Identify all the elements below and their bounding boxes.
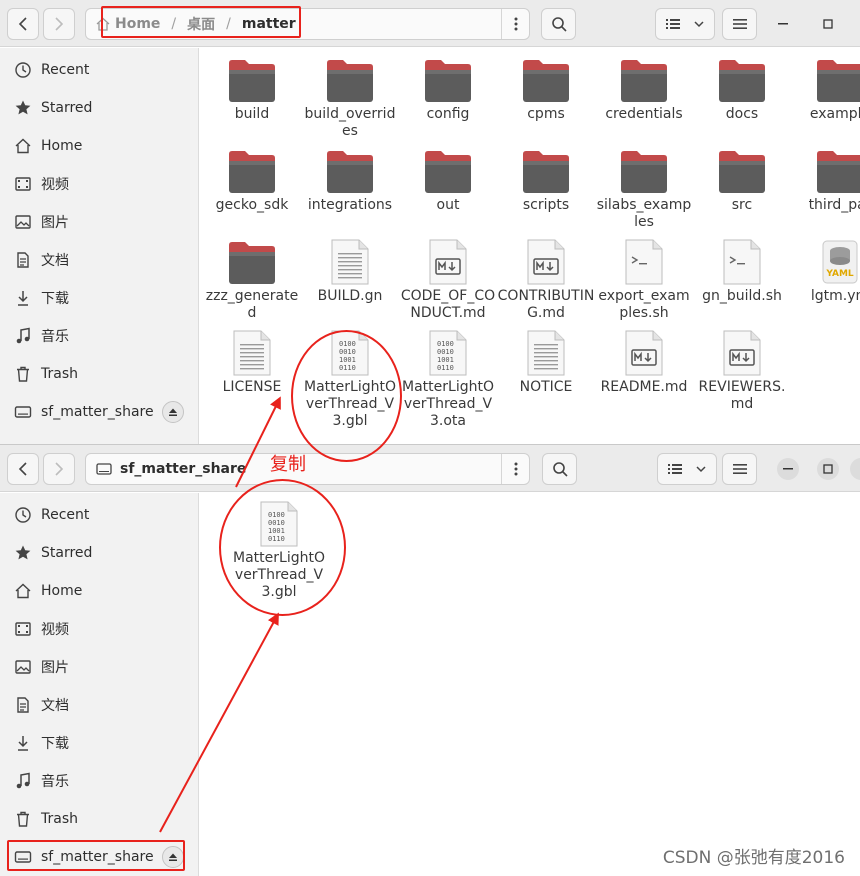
copy-arrows — [159, 396, 281, 833]
copy-arrow-upper — [235, 396, 281, 488]
watermark: CSDN @张弛有度2016 — [662, 848, 845, 868]
copy-arrow-lower — [159, 612, 279, 833]
